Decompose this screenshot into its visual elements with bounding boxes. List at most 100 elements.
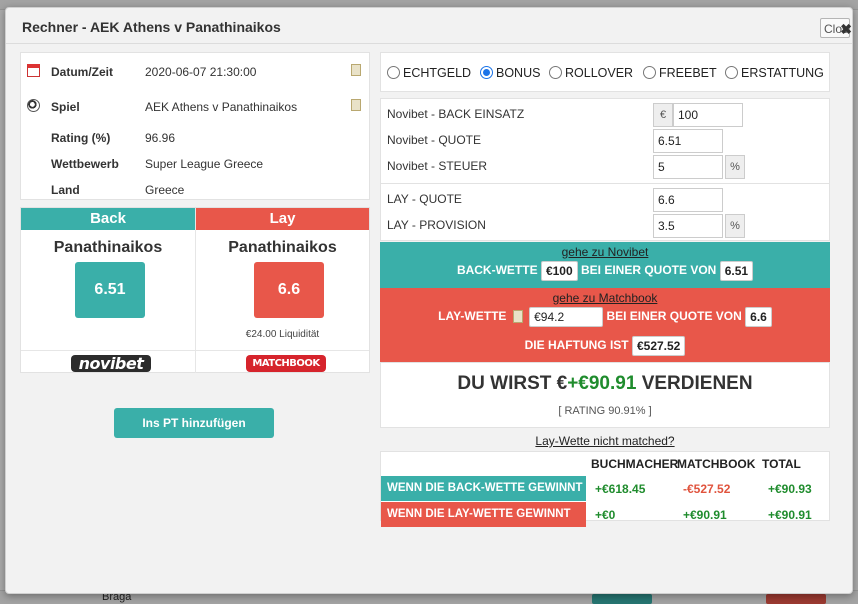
lay-inputs-panel: LAY - QUOTE LAY - PROVISION %: [380, 183, 830, 241]
profit-rating: [ RATING 90.91% ]: [558, 405, 652, 417]
back-bet-amount[interactable]: €100: [540, 260, 578, 281]
back-instruction: gehe zu Novibet BACK-WETTE €100 BEI EINE…: [380, 242, 830, 288]
radio-button[interactable]: [549, 66, 562, 79]
lay-odds-input[interactable]: [653, 188, 723, 212]
info-row-rating: Rating (%) 96.96: [21, 128, 369, 148]
info-label: Wettbewerb: [51, 157, 119, 171]
radio-label: FREEBET: [659, 66, 717, 80]
summary-row-lay-wins: WENN DIE LAY-WETTE GEWINNT +€0 +€90.91 +…: [381, 502, 829, 528]
back-tax-row: Novibet - STEUER %: [381, 153, 829, 179]
radio-button[interactable]: [725, 66, 738, 79]
matchbook-logo[interactable]: MATCHBOOK: [246, 355, 326, 372]
info-label: Land: [51, 183, 80, 197]
lay-bet-odds[interactable]: 6.6: [745, 306, 772, 327]
lay-commission-row: LAY - PROVISION %: [381, 212, 829, 238]
radio-echtgeld[interactable]: ECHTGELD: [387, 65, 471, 81]
radio-label: ERSTATTUNG: [741, 66, 824, 80]
info-label: Datum/Zeit: [51, 65, 114, 79]
col-header-total: TOTAL: [762, 457, 801, 471]
radio-button[interactable]: [387, 66, 400, 79]
radio-rollover[interactable]: ROLLOVER: [549, 65, 633, 81]
lay-liquidity: €24.00 Liquidität: [245, 329, 320, 340]
close-icon[interactable]: ✖: [840, 21, 852, 38]
bet-type-selector: ECHTGELD BONUS ROLLOVER FREEBET ERSTATTU…: [380, 52, 830, 92]
profit-amount: +€90.91: [567, 373, 637, 394]
back-stake-row: Novibet - BACK EINSATZ €: [381, 101, 829, 127]
radio-erstattung[interactable]: ERSTATTUNG: [725, 65, 824, 81]
profit-result: DU WIRST €+€90.91 VERDIENEN [ RATING 90.…: [380, 362, 830, 428]
liability-amount[interactable]: €527.52: [631, 335, 686, 356]
summary-total-value: +€90.91: [768, 508, 812, 522]
info-value: 2020-06-07 21:30:00: [145, 65, 257, 79]
liability-label: DIE HAFTUNG IST: [524, 338, 629, 352]
back-instruction-line: BACK-WETTE €100 BEI EINER QUOTE VON 6.51: [380, 259, 830, 281]
back-logo-row: novibet: [21, 350, 195, 373]
summary-row-label: WENN DIE LAY-WETTE GEWINNT: [381, 502, 586, 527]
info-label: Spiel: [51, 100, 80, 114]
radio-label: BONUS: [496, 66, 541, 80]
back-odds-input[interactable]: [653, 129, 723, 153]
radio-label: ECHTGELD: [403, 66, 472, 80]
lay-column: Lay Panathinaikos 6.6 €24.00 Liquidität …: [195, 208, 369, 373]
profit-headline: DU WIRST €+€90.91 VERDIENEN: [381, 373, 829, 395]
lay-bet-label: LAY-WETTE: [438, 309, 507, 323]
match-info-panel: Datum/Zeit 2020-06-07 21:30:00 Spiel AEK…: [20, 52, 370, 200]
percent-addon: %: [725, 155, 745, 179]
back-stake-input[interactable]: [673, 103, 743, 127]
odds-panel: Back Panathinaikos 6.51 novibet Lay Pana…: [20, 207, 370, 373]
novibet-logo[interactable]: novibet: [71, 355, 151, 372]
radio-freebet[interactable]: FREEBET: [643, 65, 717, 81]
back-odds-label: Novibet - QUOTE: [387, 133, 482, 147]
dialog-titlebar: Rechner - AEK Athens v Panathinaikos Clo…: [6, 8, 852, 44]
back-bet-label: BACK-WETTE: [456, 263, 538, 277]
add-to-pt-button[interactable]: Ins PT hinzufügen: [114, 408, 274, 438]
col-header-exchange: MATCHBOOK: [677, 457, 756, 471]
lay-header: Lay: [196, 208, 369, 230]
lay-logo-row: MATCHBOOK: [196, 350, 369, 373]
radio-label: ROLLOVER: [565, 66, 634, 80]
summary-bookmaker-value: +€618.45: [595, 482, 646, 496]
copy-icon[interactable]: [351, 99, 361, 111]
info-row-competition: Wettbewerb Super League Greece: [21, 154, 369, 174]
goto-exchange-link[interactable]: gehe zu Matchbook: [380, 291, 830, 305]
back-bet-odds[interactable]: 6.51: [719, 260, 754, 281]
info-row-country: Land Greece: [21, 180, 369, 200]
radio-button[interactable]: [643, 66, 656, 79]
info-row-match: Spiel AEK Athens v Panathinaikos: [21, 97, 369, 117]
back-stake-label: Novibet - BACK EINSATZ: [387, 107, 525, 121]
lay-not-matched-link[interactable]: Lay-Wette nicht matched?: [380, 434, 830, 448]
back-inputs-panel: Novibet - BACK EINSATZ € Novibet - QUOTE…: [380, 98, 830, 184]
back-team: Panathinaikos: [53, 239, 163, 256]
info-label: Rating (%): [51, 131, 111, 145]
info-row-datetime: Datum/Zeit 2020-06-07 21:30:00: [21, 62, 369, 82]
col-header-bookmaker: BUCHMACHER: [591, 457, 679, 471]
profit-suffix: VERDIENEN: [641, 373, 753, 394]
calendar-icon: [27, 64, 40, 77]
outcome-summary-table: BUCHMACHER MATCHBOOK TOTAL WENN DIE BACK…: [380, 451, 830, 527]
lay-commission-input[interactable]: [653, 214, 723, 238]
goto-bookmaker-link[interactable]: gehe zu Novibet: [380, 245, 830, 259]
lay-odds-box[interactable]: 6.6: [254, 262, 324, 318]
back-column: Back Panathinaikos 6.51 novibet: [21, 208, 195, 373]
back-odds-row: Novibet - QUOTE: [381, 127, 829, 153]
summary-exchange-value: -€527.52: [683, 482, 731, 496]
back-header: Back: [21, 208, 195, 230]
lay-commission-label: LAY - PROVISION: [387, 218, 486, 232]
radio-button[interactable]: [480, 66, 493, 79]
summary-row-back-wins: WENN DIE BACK-WETTE GEWINNT +€618.45 -€5…: [381, 476, 829, 502]
radio-bonus[interactable]: BONUS: [480, 65, 540, 81]
back-tax-input[interactable]: [653, 155, 723, 179]
lay-bet-amount[interactable]: €94.2: [529, 306, 604, 327]
summary-total-value: +€90.93: [768, 482, 812, 496]
clipboard-icon[interactable]: [512, 310, 523, 324]
summary-bookmaker-value: +€0: [595, 508, 616, 522]
back-tax-label: Novibet - STEUER: [387, 159, 488, 173]
copy-icon[interactable]: [351, 64, 361, 76]
football-icon: [27, 99, 40, 112]
summary-exchange-value: +€90.91: [683, 508, 727, 522]
info-value: Super League Greece: [145, 157, 264, 171]
back-odds-box[interactable]: 6.51: [75, 262, 145, 318]
info-value: 96.96: [145, 131, 176, 145]
info-value: AEK Athens v Panathinaikos: [145, 100, 298, 114]
dialog-title: Rechner - AEK Athens v Panathinaikos: [22, 19, 281, 35]
